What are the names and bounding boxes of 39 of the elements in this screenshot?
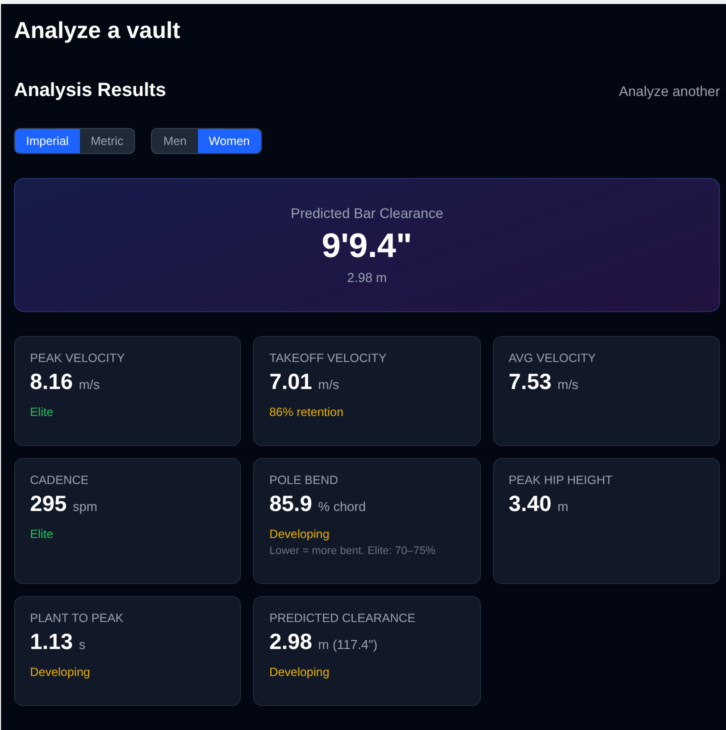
metric-label: POLE BEND [269,473,340,487]
page-title: Analyze a vault [14,18,182,42]
toggle-option[interactable]: Imperial [15,129,80,153]
metric-label: PEAK HIP HEIGHT [508,473,614,487]
metric-unit: spm [72,499,98,514]
toggle-option[interactable]: Women [198,129,261,153]
metric-unit: m/s [557,377,578,392]
metric-value: 7.01 [269,369,312,395]
metric-status: Elite [30,405,54,419]
analyze-another-link[interactable]: Analyze another [618,83,720,99]
metric-label: PEAK VELOCITY [30,351,126,365]
metric-note: Lower = more bent. Elite: 70–75% [269,545,436,557]
metric-unit: m [557,499,568,514]
metric-status: Developing [269,665,330,679]
metric-status: Elite [30,527,54,541]
metric-value: 1.13 [30,629,73,655]
metric-value: 85.9 [269,491,312,517]
metric-label: PLANT TO PEAK [30,611,124,625]
hero-label: Predicted Bar Clearance [290,205,444,221]
metric-label: TAKEOFF VELOCITY [269,351,388,365]
hero-value: 9'9.4" [322,227,412,266]
metric-value: 295 [30,491,67,517]
hero-subvalue: 2.98 m [347,270,387,285]
metric-label: CADENCE [30,473,90,487]
metric-unit: % chord [318,499,366,514]
metric-label: PREDICTED CLEARANCE [269,611,416,625]
metric-unit: m/s [318,377,340,392]
section-title: Analysis Results [14,80,166,102]
metric-unit: m/s [78,377,100,392]
metric-status: 86% retention [269,405,344,419]
metric-label: AVG VELOCITY [508,351,597,365]
metric-value: 2.98 [269,629,312,655]
metric-unit: m (117.4") [318,637,378,652]
metric-unit: s [78,637,86,652]
metric-status: Developing [30,665,92,679]
metric-status: Developing [269,527,330,541]
metric-value: 8.16 [30,369,73,395]
metric-value: 3.40 [508,491,552,517]
metric-value: 7.53 [508,369,552,395]
